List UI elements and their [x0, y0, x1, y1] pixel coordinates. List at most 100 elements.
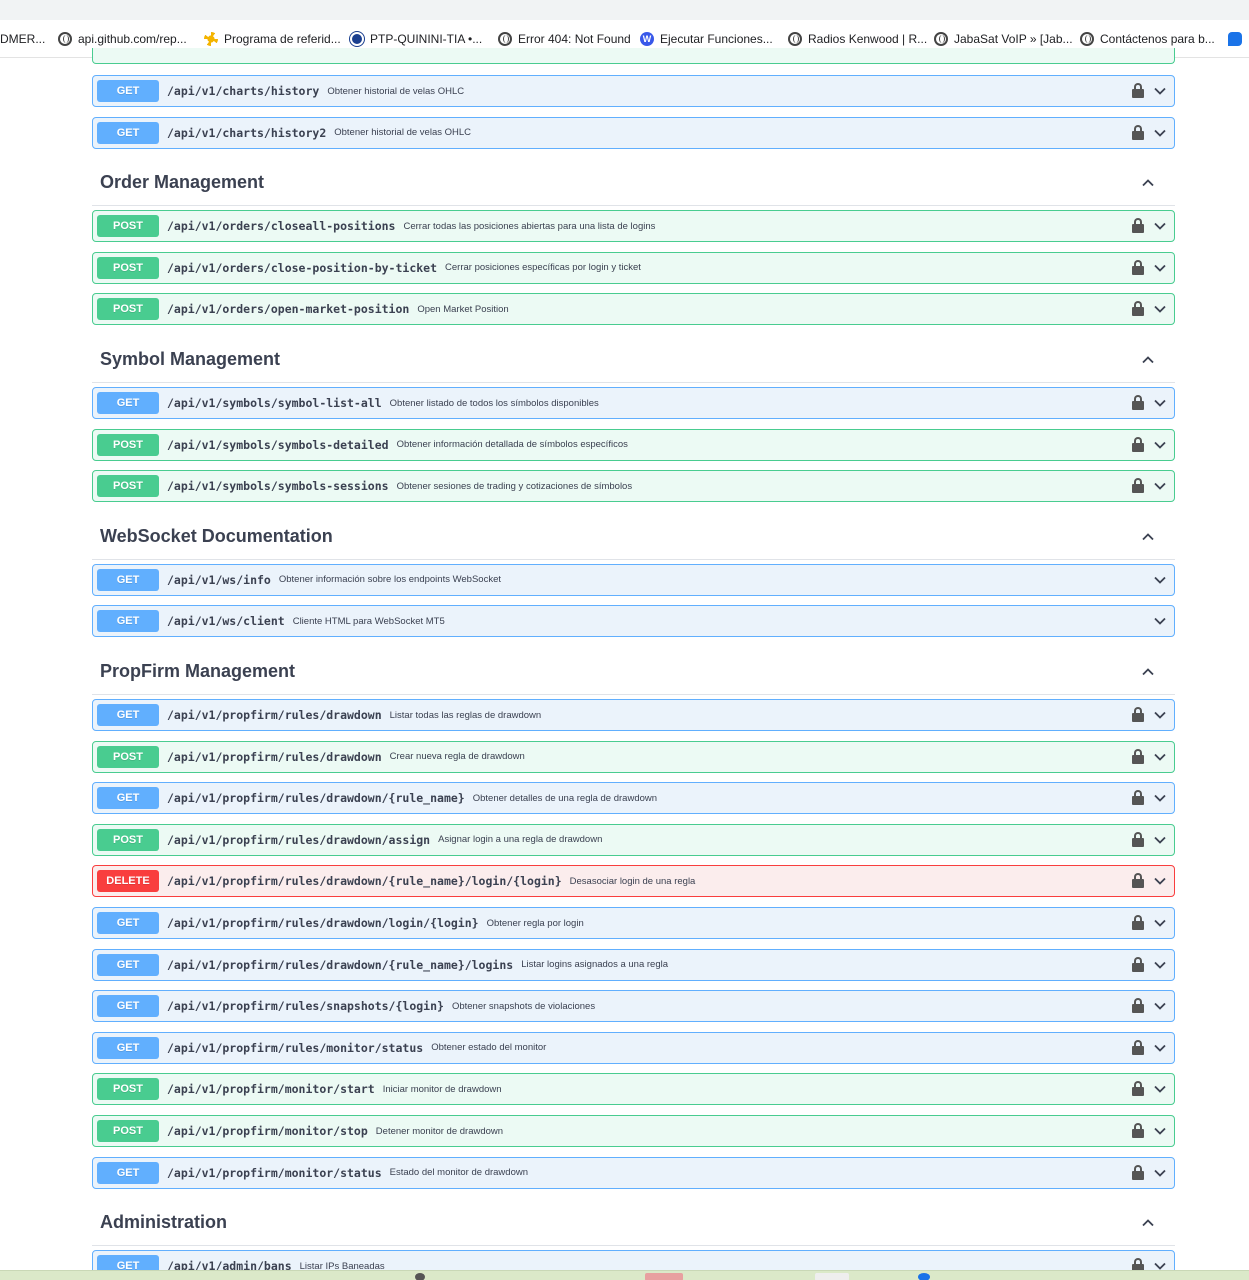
lock-icon[interactable]	[1132, 436, 1144, 453]
chevron-up-icon[interactable]	[1141, 1216, 1155, 1230]
operation-get-api-v1-ws-client[interactable]: GET/api/v1/ws/client Cliente HTML para We…	[92, 605, 1175, 638]
method-badge-delete: DELETE	[97, 870, 159, 893]
operation-delete-api-v1-propfirm-rules-drawdown-rule-name-login-login[interactable]: DELETE/api/v1/propfirm/rules/drawdown/{r…	[92, 865, 1175, 898]
chevron-up-icon[interactable]	[1141, 176, 1155, 190]
operation-summary: Listar todas las reglas de drawdown	[389, 709, 542, 721]
operation-path: /api/v1/orders/close-position-by-ticket	[167, 260, 438, 275]
chevron-down-icon[interactable]	[1154, 792, 1166, 804]
chevron-down-icon[interactable]	[1154, 303, 1166, 315]
chevron-down-icon[interactable]	[1154, 1042, 1166, 1054]
tag-section-title: Order Management	[100, 172, 265, 193]
chevron-down-icon[interactable]	[1154, 917, 1166, 929]
tag-section-administration[interactable]: Administration	[92, 1200, 1175, 1247]
chevron-up-icon[interactable]	[1141, 353, 1155, 367]
chevron-down-icon[interactable]	[1154, 480, 1166, 492]
bookmark-label: JabaSat VoIP » [Jab...	[954, 32, 1073, 46]
operation-get-api-v1-propfirm-monitor-status[interactable]: GET/api/v1/propfirm/monitor/status Estado…	[92, 1156, 1175, 1189]
tag-section-propfirm-management[interactable]: PropFirm Management	[92, 649, 1175, 695]
lock-icon[interactable]	[1132, 83, 1144, 99]
operation-path: /api/v1/orders/closeall-positions	[167, 219, 396, 234]
operation-post-api-v1-propfirm-rules-drawdown[interactable]: POST/api/v1/propfirm/rules/drawdown Crear…	[92, 740, 1175, 773]
chevron-down-icon[interactable]	[1154, 834, 1166, 846]
taskbar-item[interactable]	[918, 1273, 930, 1280]
operation-summary: Desasociar login de una regla	[569, 875, 696, 887]
taskbar-item[interactable]	[645, 1273, 683, 1280]
chevron-down-icon[interactable]	[1154, 615, 1166, 627]
chevron-down-icon[interactable]	[1154, 220, 1166, 232]
lock-icon[interactable]	[1132, 478, 1144, 494]
chevron-down-icon[interactable]	[1154, 709, 1166, 721]
chevron-down-icon[interactable]	[1154, 1083, 1166, 1095]
lock-icon[interactable]	[1132, 915, 1144, 931]
operation-get-api-v1-charts-history2[interactable]: GET/api/v1/charts/history2 Obtener histor…	[92, 116, 1175, 149]
lock-icon[interactable]	[1132, 956, 1144, 973]
taskbar-item[interactable]	[815, 1273, 849, 1280]
lock-icon[interactable]	[1132, 259, 1144, 276]
operation-get-api-v1-propfirm-rules-drawdown-rule-name[interactable]: GET/api/v1/propfirm/rules/drawdown/{rule…	[92, 782, 1175, 815]
operation-get-api-v1-propfirm-rules-drawdown-login-login[interactable]: GET/api/v1/propfirm/rules/drawdown/login…	[92, 907, 1175, 939]
chevron-up-icon[interactable]	[1141, 665, 1155, 679]
lock-icon[interactable]	[1132, 301, 1144, 317]
lock-icon[interactable]	[1132, 395, 1144, 411]
chevron-down-icon[interactable]	[1154, 397, 1166, 409]
chevron-down-icon[interactable]	[1154, 959, 1166, 971]
chevron-down-icon[interactable]	[1154, 1000, 1166, 1012]
operation-path: /api/v1/propfirm/rules/drawdown	[167, 708, 382, 722]
lock-icon[interactable]	[1132, 1123, 1144, 1139]
operation-partial-top[interactable]	[92, 48, 1175, 64]
tag-section-websocket-documentation[interactable]: WebSocket Documentation	[92, 514, 1175, 560]
lock-icon[interactable]	[1132, 748, 1144, 765]
browser-title-strip	[0, 0, 1249, 20]
chat-icon[interactable]	[1228, 32, 1242, 46]
method-badge-post: POST	[97, 298, 159, 321]
operation-post-api-v1-orders-open-market-position[interactable]: POST/api/v1/orders/open-market-position O…	[92, 293, 1175, 326]
operation-post-api-v1-symbols-symbols-sessions[interactable]: POST/api/v1/symbols/symbols-sessions Obte…	[92, 470, 1175, 503]
lock-icon[interactable]	[1132, 873, 1144, 889]
bookmark-label: Programa de referid...	[224, 32, 341, 46]
lock-icon[interactable]	[1132, 998, 1144, 1014]
tag-section-order-management[interactable]: Order Management	[92, 160, 1175, 207]
lock-icon[interactable]	[1132, 831, 1144, 848]
operation-post-api-v1-orders-closeall-positions[interactable]: POST/api/v1/orders/closeall-positions Cer…	[92, 210, 1175, 243]
operation-post-api-v1-propfirm-monitor-start[interactable]: POST/api/v1/propfirm/monitor/start Inicia…	[92, 1073, 1175, 1106]
chevron-down-icon[interactable]	[1154, 262, 1166, 274]
chevron-down-icon[interactable]	[1154, 1167, 1166, 1179]
lock-icon[interactable]	[1132, 790, 1144, 806]
lock-icon[interactable]	[1132, 1164, 1144, 1181]
chevron-down-icon[interactable]	[1154, 751, 1166, 763]
ptp-icon	[350, 32, 364, 46]
operation-post-api-v1-propfirm-rules-drawdown-assign[interactable]: POST/api/v1/propfirm/rules/drawdown/assi…	[92, 823, 1175, 856]
bookmark-dmer[interactable]: DMER...	[0, 20, 45, 57]
method-badge-get: GET	[97, 121, 159, 144]
operation-get-api-v1-ws-info[interactable]: GET/api/v1/ws/info Obtener información so…	[92, 563, 1175, 596]
operation-path: /api/v1/ws/client	[167, 614, 285, 629]
operation-post-api-v1-symbols-symbols-detailed[interactable]: POST/api/v1/symbols/symbols-detailed Obte…	[92, 428, 1175, 461]
chevron-down-icon[interactable]	[1154, 1125, 1166, 1137]
chevron-down-icon[interactable]	[1154, 574, 1166, 586]
operation-path: /api/v1/orders/open-market-position	[167, 302, 410, 317]
operation-post-api-v1-orders-close-position-by-ticket[interactable]: POST/api/v1/orders/close-position-by-tic…	[92, 251, 1175, 284]
operation-get-api-v1-propfirm-rules-drawdown-rule-name-logins[interactable]: GET/api/v1/propfirm/rules/drawdown/{rule…	[92, 948, 1175, 981]
operation-get-api-v1-propfirm-rules-snapshots-login[interactable]: GET/api/v1/propfirm/rules/snapshots/{log…	[92, 990, 1175, 1023]
operation-post-api-v1-propfirm-monitor-stop[interactable]: POST/api/v1/propfirm/monitor/stop Detener…	[92, 1115, 1175, 1147]
operation-get-api-v1-symbols-symbol-list-all[interactable]: GET/api/v1/symbols/symbol-list-all Obtene…	[92, 387, 1175, 419]
chevron-up-icon[interactable]	[1141, 530, 1155, 544]
operation-get-api-v1-propfirm-rules-drawdown[interactable]: GET/api/v1/propfirm/rules/drawdown Listar…	[92, 699, 1175, 731]
operation-summary: Obtener snapshots de violaciones	[451, 1000, 596, 1012]
chevron-down-icon[interactable]	[1154, 439, 1166, 451]
operation-summary: Asignar login a una regla de drawdown	[438, 834, 603, 846]
operation-summary: Listar logins asignados a una regla	[521, 959, 669, 971]
chevron-down-icon[interactable]	[1154, 875, 1166, 887]
lock-icon[interactable]	[1132, 218, 1144, 234]
operation-get-api-v1-propfirm-rules-monitor-status[interactable]: GET/api/v1/propfirm/rules/monitor/status…	[92, 1031, 1175, 1064]
operation-path: /api/v1/propfirm/rules/drawdown/assign	[167, 832, 431, 847]
taskbar-item[interactable]	[415, 1273, 425, 1280]
lock-icon[interactable]	[1132, 124, 1144, 141]
lock-icon[interactable]	[1132, 1081, 1144, 1097]
chevron-down-icon[interactable]	[1154, 85, 1166, 97]
chevron-down-icon[interactable]	[1154, 127, 1166, 139]
tag-section-symbol-management[interactable]: Symbol Management	[92, 337, 1175, 383]
lock-icon[interactable]	[1132, 1039, 1144, 1056]
lock-icon[interactable]	[1132, 707, 1144, 723]
operation-get-api-v1-charts-history[interactable]: GET/api/v1/charts/history Obtener histori…	[92, 75, 1175, 107]
